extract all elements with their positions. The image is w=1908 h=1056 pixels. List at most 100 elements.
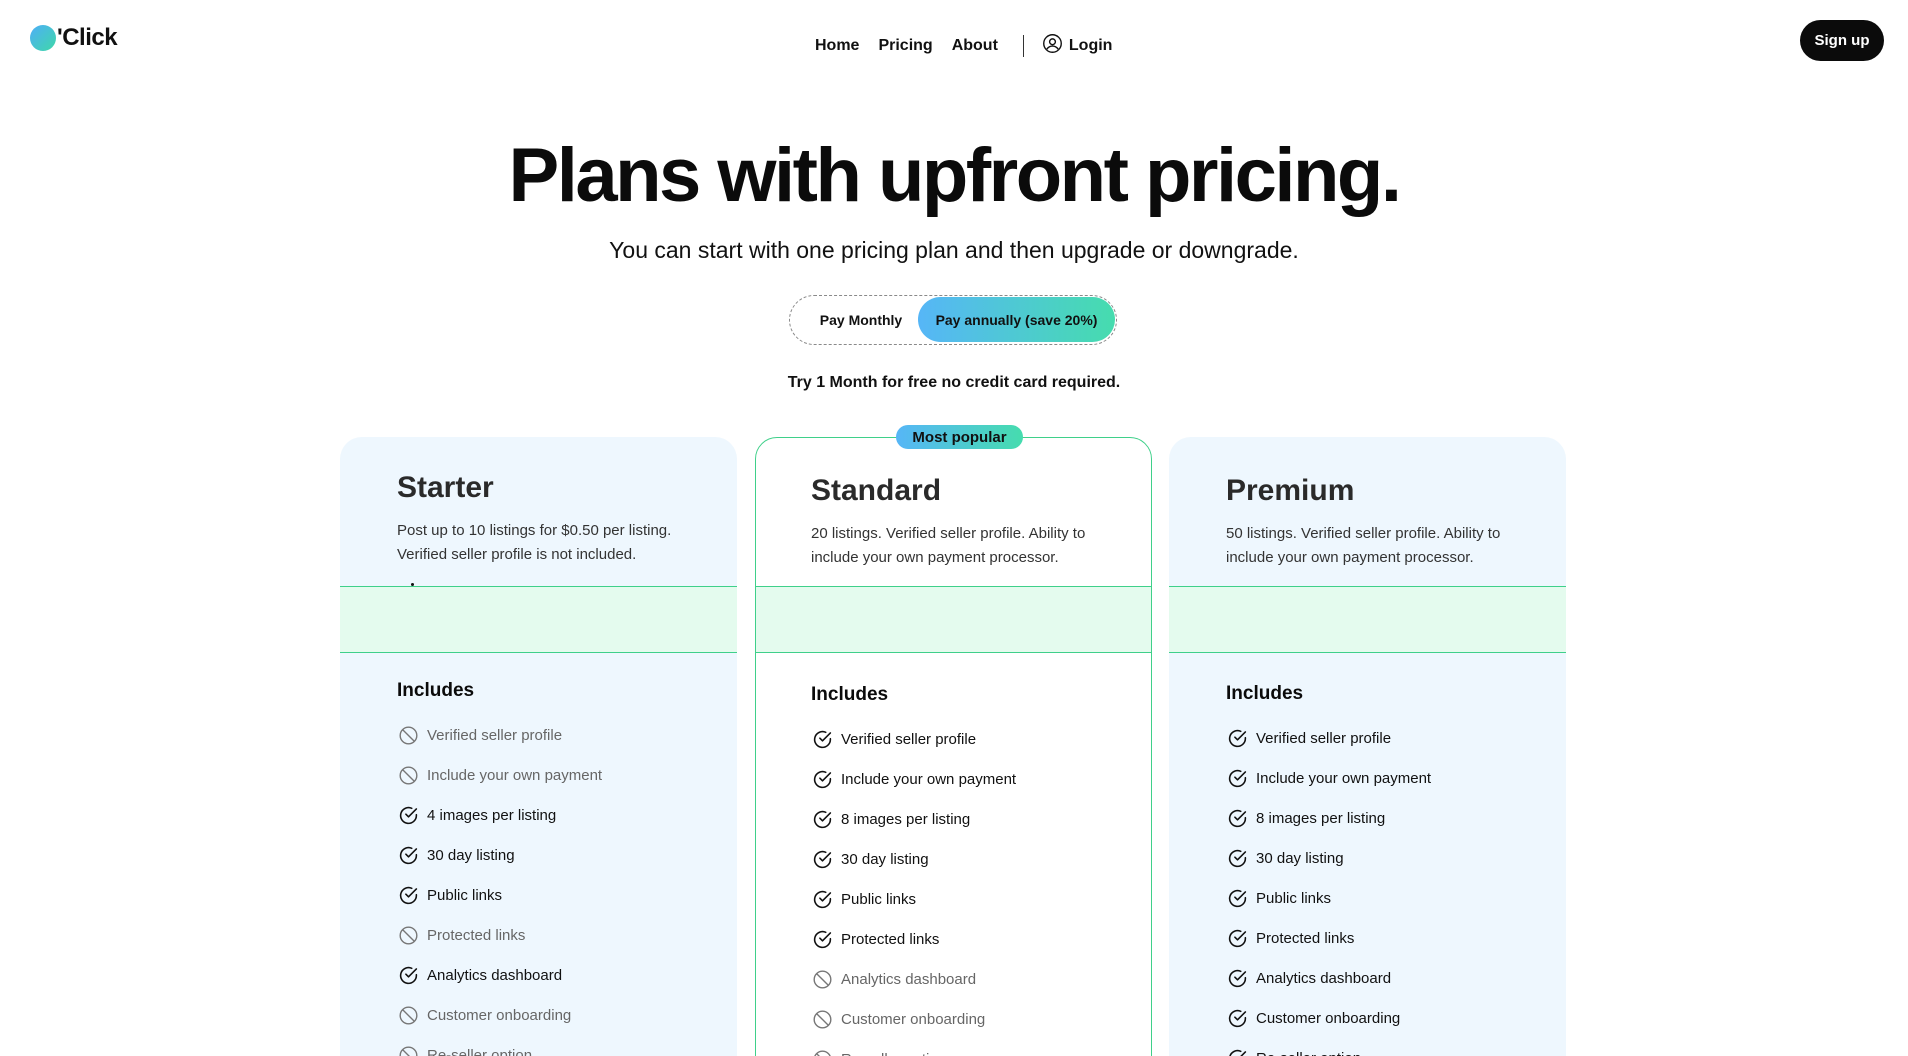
ban-icon (397, 1004, 419, 1026)
check-circle-icon (811, 848, 833, 870)
nav-link-home[interactable]: Home (815, 37, 859, 55)
pricing-page: 'Click Home Pricing About Login Sign up … (0, 0, 1908, 1056)
plan-description: 20 listings. Verified seller profile. Ab… (811, 525, 1086, 566)
plan-card-standard: Standard 20 listings. Verified seller pr… (755, 437, 1152, 1056)
feature-label: Analytics dashboard (841, 970, 977, 988)
check-circle-icon (397, 804, 419, 826)
feature-label: Protected links (1256, 929, 1355, 947)
check-circle-icon (1226, 1047, 1248, 1056)
main-nav: Home Pricing About Login (815, 34, 1112, 58)
feature-label: Protected links (841, 930, 940, 948)
feature-label: 4 images per listing (427, 806, 557, 824)
feature-label: Re-seller option (1256, 1050, 1361, 1056)
feature-label: Customer onboarding (841, 1010, 986, 1028)
feature-label: Re-seller option (841, 1051, 946, 1056)
feature-item: 8 images per listing (811, 799, 1016, 839)
brand-name: 'Click (57, 24, 118, 51)
check-circle-icon (1226, 927, 1248, 949)
check-circle-icon (811, 928, 833, 950)
login-label: Login (1068, 37, 1113, 54)
includes-heading: Includes (811, 684, 889, 705)
plan-description: 50 listings. Verified seller profile. Ab… (1226, 525, 1501, 566)
check-circle-icon (1226, 887, 1248, 909)
plan-card-starter: Starter Post up to 10 listings for $0.50… (340, 437, 737, 1056)
check-circle-icon (397, 964, 419, 986)
ban-icon (397, 1044, 419, 1056)
feature-item: Re-seller option (811, 1039, 1016, 1056)
feature-label: Re-seller option (427, 1046, 533, 1056)
check-circle-icon (811, 888, 833, 910)
logo-mark-icon (30, 25, 56, 51)
signup-button[interactable]: Sign up (1800, 20, 1884, 61)
feature-label: Verified seller profile (841, 730, 977, 748)
feature-item: Include your own payment (1226, 758, 1431, 798)
feature-label: Public links (427, 886, 503, 904)
check-circle-icon (811, 808, 833, 830)
check-circle-icon (811, 768, 833, 790)
ban-icon (397, 924, 419, 946)
feature-label: Include your own payment (841, 770, 1017, 788)
feature-label: Customer onboarding (1256, 1009, 1401, 1027)
feature-item: Include your own payment (397, 755, 602, 795)
feature-item: Customer onboarding (1226, 998, 1431, 1038)
check-circle-icon (1226, 727, 1248, 749)
feature-label: Customer onboarding (427, 1006, 572, 1024)
feature-item: Verified seller profile (397, 715, 602, 755)
feature-label: Verified seller profile (1256, 729, 1392, 747)
feature-item: Public links (397, 875, 602, 915)
feature-label: 30 day listing (1256, 849, 1344, 867)
nav-divider (1022, 35, 1024, 57)
feature-label: 8 images per listing (1256, 809, 1386, 827)
check-circle-icon (1226, 807, 1248, 829)
check-circle-icon (397, 884, 419, 906)
feature-item: Verified seller profile (811, 719, 1016, 759)
feature-label: 30 day listing (427, 846, 515, 864)
feature-label: Protected links (427, 926, 526, 944)
price-band (756, 586, 1151, 653)
feature-item: Include your own payment (811, 759, 1016, 799)
includes-heading: Includes (397, 680, 475, 701)
feature-item: Re-seller option (397, 1035, 602, 1056)
pay-monthly-option[interactable]: Pay Monthly (802, 296, 920, 343)
login-link[interactable]: Login (1042, 33, 1113, 59)
feature-label: Include your own payment (427, 766, 603, 784)
nav-link-about[interactable]: About (952, 37, 998, 55)
feature-item: Customer onboarding (811, 999, 1016, 1039)
feature-item: Customer onboarding (397, 995, 602, 1035)
trial-note: Try 1 Month for free no credit card requ… (787, 374, 1121, 391)
feature-item: Protected links (811, 919, 1016, 959)
check-circle-icon (1226, 967, 1248, 989)
check-circle-icon (811, 728, 833, 750)
feature-item: Public links (811, 879, 1016, 919)
ban-icon (811, 1008, 833, 1030)
pay-annually-option[interactable]: Pay annually (save 20%) (918, 297, 1115, 342)
ban-icon (397, 724, 419, 746)
plan-card-premium: Premium 50 listings. Verified seller pro… (1169, 437, 1566, 1056)
check-circle-icon (1226, 1007, 1248, 1029)
feature-item: 30 day listing (397, 835, 602, 875)
feature-item: Analytics dashboard (397, 955, 602, 995)
feature-list: Verified seller profile Include your own … (1226, 718, 1431, 1056)
page-title: Plans with upfront pricing. (508, 133, 1402, 218)
ban-icon (811, 968, 833, 990)
feature-item: Public links (1226, 878, 1431, 918)
feature-item: Verified seller profile (1226, 718, 1431, 758)
brand-logo[interactable]: 'Click (30, 24, 118, 52)
feature-label: Verified seller profile (427, 726, 563, 744)
price-band (340, 586, 737, 653)
billing-toggle: Pay Monthly Pay annually (save 20%) (789, 295, 1117, 345)
plan-name: Starter (397, 471, 494, 504)
ban-icon (397, 764, 419, 786)
plan-name: Premium (1226, 474, 1355, 507)
feature-item: 8 images per listing (1226, 798, 1431, 838)
feature-item: Protected links (1226, 918, 1431, 958)
feature-item: Analytics dashboard (811, 959, 1016, 999)
price-band (1169, 586, 1566, 653)
feature-label: Analytics dashboard (427, 966, 563, 984)
feature-item: 4 images per listing (397, 795, 602, 835)
nav-link-pricing[interactable]: Pricing (878, 37, 932, 55)
check-circle-icon (1226, 847, 1248, 869)
check-circle-icon (1226, 767, 1248, 789)
site-header: 'Click Home Pricing About Login Sign up (0, 0, 1908, 90)
includes-heading: Includes (1226, 683, 1304, 704)
